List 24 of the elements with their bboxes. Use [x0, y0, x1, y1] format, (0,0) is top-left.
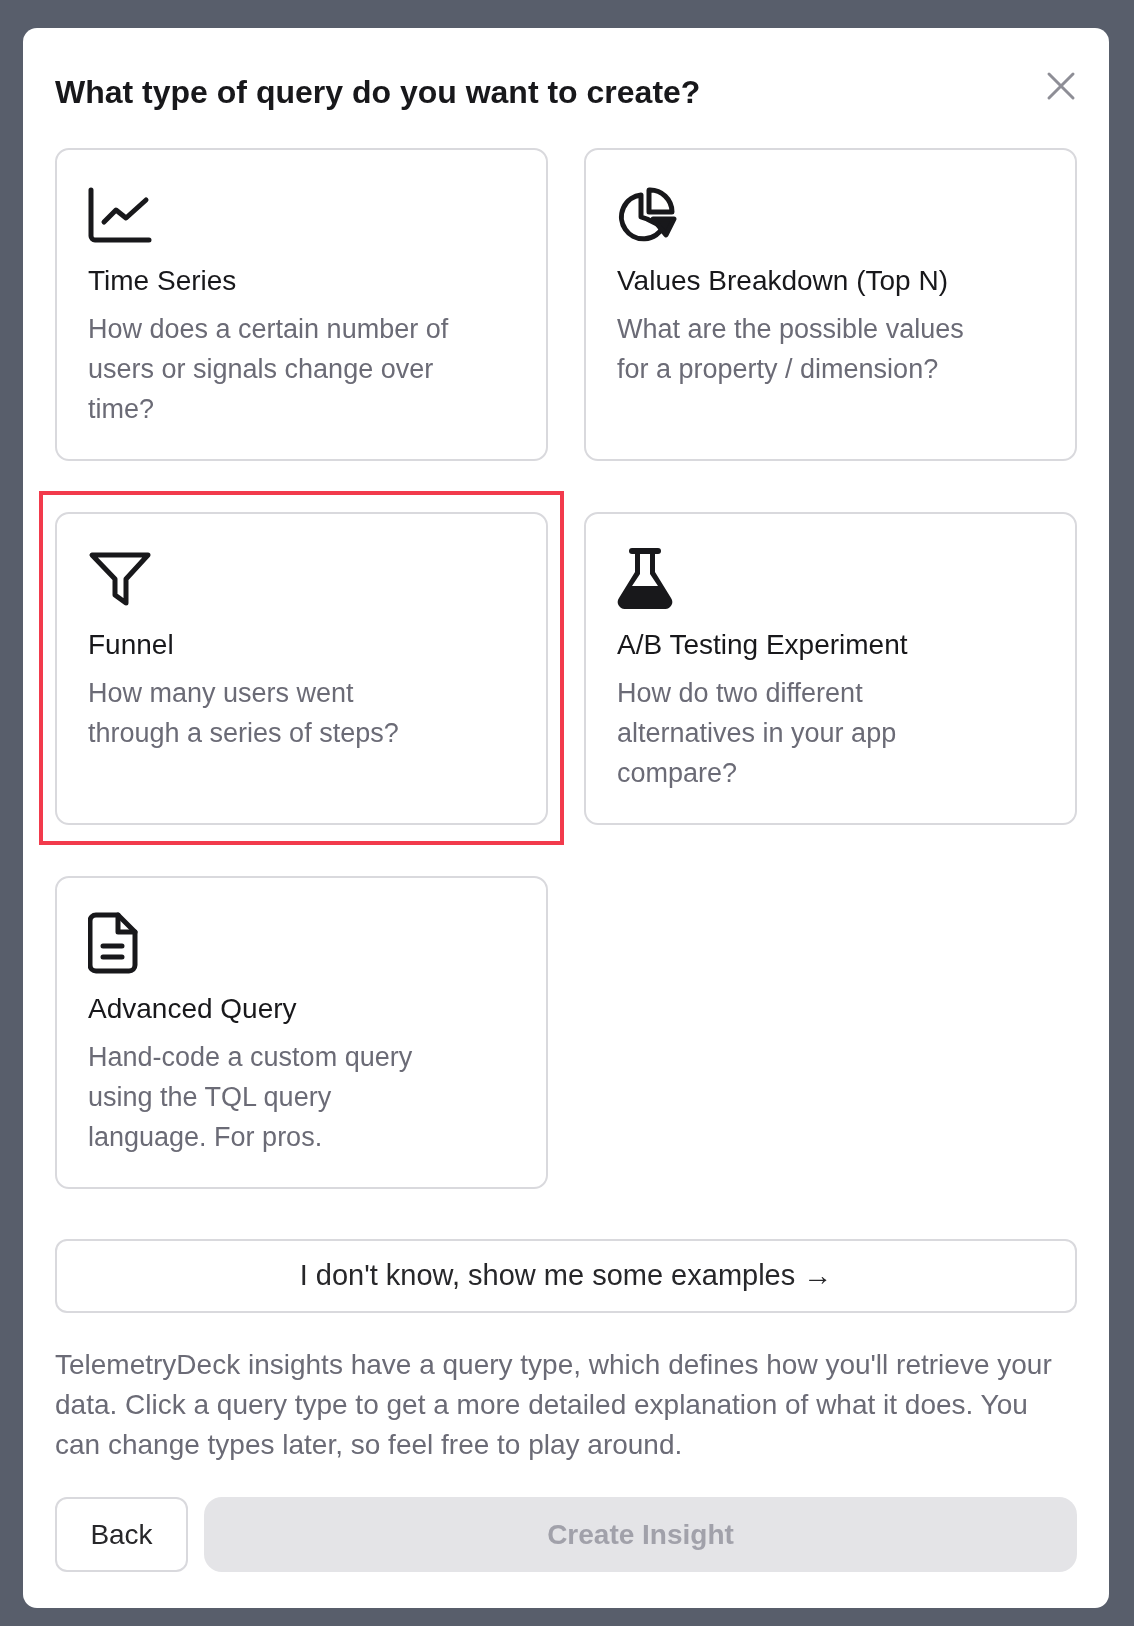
examples-button[interactable]: I don't know, show me some examples →: [55, 1239, 1077, 1313]
card-title: Values Breakdown (Top N): [617, 264, 948, 298]
card-description: What are the possible values for a property / dimension?: [617, 313, 965, 386]
pie-chart-icon: [617, 187, 677, 243]
card-title: A/B Testing Experiment: [617, 628, 908, 662]
query-type-card[interactable]: Values Breakdown (Top N) What are the possible values for a property / dimension?: [584, 148, 1077, 461]
dialog-title: What type of query do you want to create?: [55, 73, 701, 112]
card-description: Hand-code a custom query using the TQL query language. For pros.: [88, 1041, 414, 1154]
card-description: How does a certain number of users or signals change over time?: [88, 313, 449, 426]
card-title: Funnel: [88, 628, 174, 662]
query-type-card[interactable]: Advanced Query Hand-code a custom query using the TQL query language. For pros.: [55, 876, 548, 1189]
card-title: Advanced Query: [88, 992, 297, 1026]
document-icon: [88, 912, 138, 974]
query-type-card[interactable]: A/B Testing Experiment How do two different alternatives in your app compare?: [584, 512, 1077, 825]
query-type-card[interactable]: Time Series How does a certain number of users or signals change over time?: [55, 148, 548, 461]
back-button[interactable]: Back: [55, 1497, 188, 1572]
query-type-card[interactable]: Funnel How many users went through a series of steps?: [55, 512, 548, 825]
help-text: TelemetryDeck insights have a query type, which defines how you'll retrieve your data. Click a query type to get a more detailed explanation of what it does. You can change types later, so feel free to play around.: [55, 1348, 1053, 1462]
card-description: How many users went through a series of steps?: [88, 677, 400, 750]
card-title: Time Series: [88, 264, 237, 298]
funnel-icon: [88, 551, 152, 607]
card-description: How do two different alternatives in your app compare?: [617, 677, 898, 790]
flask-icon: [617, 548, 673, 610]
line-chart-icon: [88, 187, 152, 243]
